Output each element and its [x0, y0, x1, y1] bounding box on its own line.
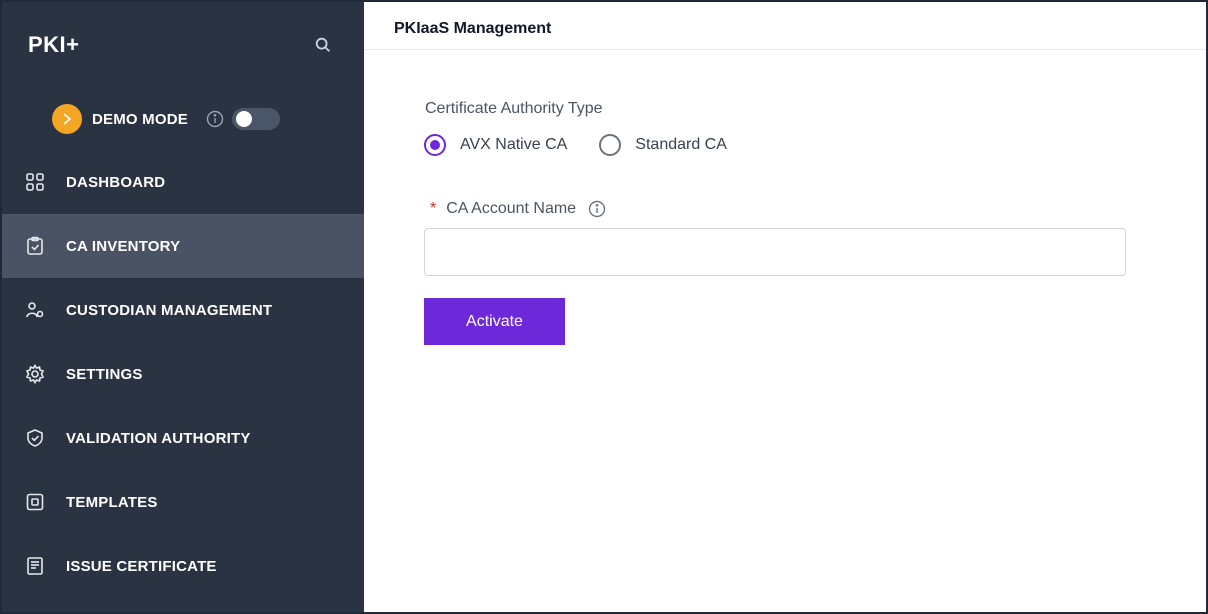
ca-account-name-label-row: * CA Account Name	[430, 200, 606, 218]
toggle-knob	[235, 111, 252, 127]
page-title: PKIaaS Management	[394, 20, 552, 37]
sidebar: PKI+ DEMO MODE DASHBOARD CA INVENTORY CU…	[2, 2, 364, 612]
ca-type-option-avx-native[interactable]: AVX Native CA	[424, 134, 567, 156]
ca-account-name-input[interactable]	[424, 228, 1126, 276]
sidebar-item-label: CA INVENTORY	[66, 237, 181, 255]
app-logo: PKI+	[28, 32, 80, 57]
demo-mode-badge-icon	[52, 104, 82, 134]
radio-label[interactable]: AVX Native CA	[460, 136, 567, 154]
sidebar-nav: DASHBOARD CA INVENTORY CUSTODIAN MANAGEM…	[2, 150, 364, 598]
sidebar-item-label: VALIDATION AUTHORITY	[66, 429, 251, 447]
sidebar-item-label: ISSUE CERTIFICATE	[66, 557, 217, 575]
sidebar-item-validation-authority[interactable]: VALIDATION AUTHORITY	[2, 406, 364, 470]
sidebar-item-settings[interactable]: SETTINGS	[2, 342, 364, 406]
required-asterisk: *	[430, 200, 437, 217]
template-icon	[24, 491, 46, 513]
radio-selected-icon[interactable]	[424, 134, 446, 156]
clipboard-check-icon	[24, 235, 46, 257]
demo-mode-toggle[interactable]	[231, 108, 280, 130]
radio-unselected-icon[interactable]	[599, 134, 622, 156]
ca-type-radio-group: AVX Native CA Standard CA	[424, 134, 727, 156]
activate-button[interactable]: Activate	[424, 298, 565, 345]
sidebar-item-ca-inventory[interactable]: CA INVENTORY	[2, 214, 364, 278]
page-header: PKIaaS Management	[364, 2, 1206, 50]
ca-type-label: Certificate Authority Type	[425, 100, 603, 117]
certificate-icon	[24, 555, 46, 577]
info-icon[interactable]	[588, 200, 606, 218]
sidebar-item-templates[interactable]: TEMPLATES	[2, 470, 364, 534]
sidebar-item-dashboard[interactable]: DASHBOARD	[2, 150, 364, 214]
info-icon[interactable]	[206, 110, 224, 128]
sidebar-item-issue-certificate[interactable]: ISSUE CERTIFICATE	[2, 534, 364, 598]
ca-account-name-label: CA Account Name	[446, 200, 577, 217]
sidebar-item-label: TEMPLATES	[66, 493, 158, 511]
demo-mode-label: DEMO MODE	[92, 110, 188, 128]
search-icon[interactable]	[314, 36, 336, 58]
radio-label[interactable]: Standard CA	[635, 136, 727, 154]
sidebar-item-label: CUSTODIAN MANAGEMENT	[66, 301, 273, 319]
ca-type-option-standard[interactable]: Standard CA	[599, 134, 727, 156]
demo-mode-row: DEMO MODE	[52, 104, 280, 134]
sidebar-item-custodian-management[interactable]: CUSTODIAN MANAGEMENT	[2, 278, 364, 342]
gear-icon	[24, 363, 46, 385]
sidebar-item-label: SETTINGS	[66, 365, 143, 383]
dashboard-icon	[24, 171, 46, 193]
users-icon	[24, 299, 46, 321]
sidebar-item-label: DASHBOARD	[66, 173, 166, 191]
shield-check-icon	[24, 427, 46, 449]
